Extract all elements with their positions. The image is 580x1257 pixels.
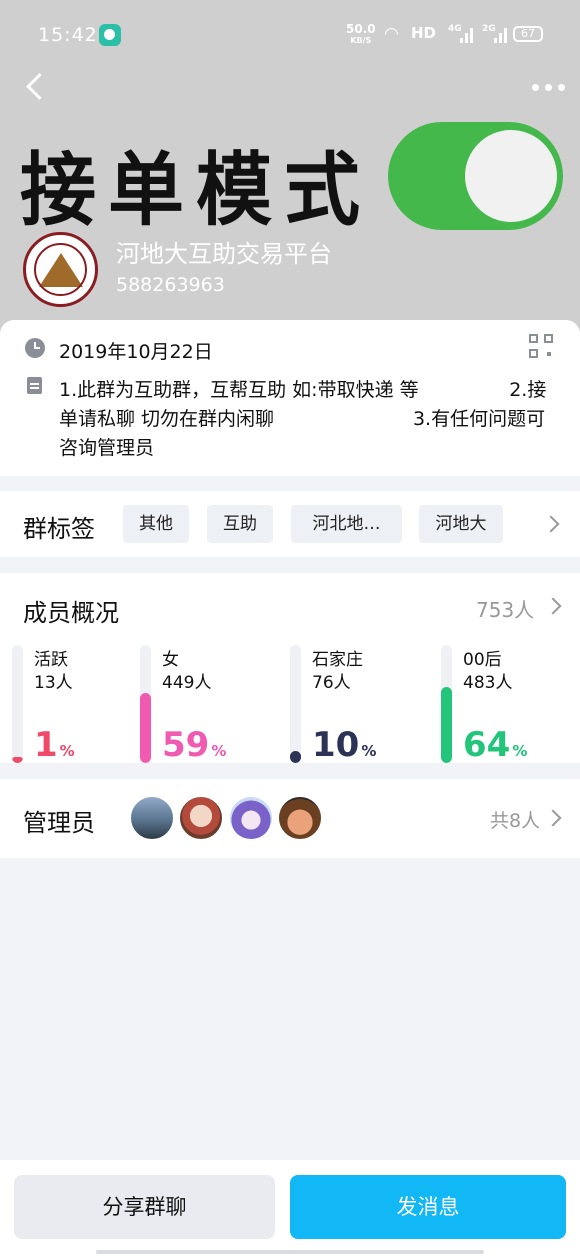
home-indicator[interactable] — [96, 1250, 484, 1254]
chevron-right-icon — [544, 597, 562, 615]
bottom-action-bar: 分享群聊 发消息 — [0, 1160, 580, 1257]
tag-item[interactable]: 互助 — [207, 505, 273, 543]
group-info-card: 2019年10月22日 1.此群为互助群，互帮互助 如:带取快递 等 2.接单请… — [0, 320, 580, 476]
stat-label: 00后 — [463, 650, 502, 670]
more-options-button[interactable] — [530, 80, 570, 96]
admin-avatar[interactable] — [129, 795, 175, 841]
stat-label: 女 — [162, 650, 179, 670]
stat-fill — [12, 757, 23, 763]
group-announcement[interactable]: 1.此群为互助群，互帮互助 如:带取快递 等 2.接单请私聊 切勿在群内闲聊 3… — [59, 376, 559, 463]
stat-percent: 59% — [162, 725, 227, 765]
wifi-icon: ◠ — [384, 24, 399, 44]
stat-percent: 64% — [463, 725, 528, 765]
signal-bars-2-icon — [494, 27, 508, 43]
admins-row[interactable]: 管理员 共8人 — [0, 779, 580, 858]
stat-bar — [140, 645, 151, 763]
group-header: 15:42 50.0 KB/S ◠ HD 4G 2G 67 接单模式 河地大互助… — [0, 0, 580, 340]
back-button[interactable] — [20, 70, 50, 106]
stat-bar — [290, 645, 301, 763]
stat-bar — [441, 645, 452, 763]
group-tags-row[interactable]: 群标签 其他 互助 河北地… 河地大 — [0, 491, 580, 557]
stat-percent: 1% — [34, 725, 75, 765]
tag-item[interactable]: 河北地… — [291, 505, 402, 543]
admin-avatar[interactable] — [228, 795, 274, 841]
banner-toggle-graphic — [388, 122, 563, 230]
stat-count: 76人 — [312, 673, 351, 693]
members-title: 成员概况 — [23, 599, 119, 627]
status-time: 15:42 — [38, 24, 98, 46]
status-bar: 15:42 50.0 KB/S ◠ HD 4G 2G 67 — [0, 0, 580, 70]
share-group-button[interactable]: 分享群聊 — [14, 1175, 275, 1239]
stat-percent: 10% — [312, 725, 377, 765]
stat-age: 00后 483人 64% — [441, 645, 571, 765]
qr-code-icon[interactable] — [529, 334, 553, 358]
banner-text: 接单模式 — [20, 143, 372, 237]
admin-avatar[interactable] — [277, 795, 323, 841]
stat-count: 449人 — [162, 673, 212, 693]
network-speed-value: 50.0 — [346, 22, 376, 36]
stat-count: 13人 — [34, 673, 73, 693]
document-icon — [27, 377, 42, 394]
battery-icon: 67 — [513, 26, 543, 42]
send-message-button[interactable]: 发消息 — [290, 1175, 566, 1239]
tags-title: 群标签 — [23, 515, 95, 543]
stat-female: 女 449人 59% — [140, 645, 280, 765]
stat-active: 活跃 13人 1% — [12, 645, 132, 765]
stat-bar — [12, 645, 23, 763]
chevron-right-icon — [544, 809, 562, 827]
stat-fill — [140, 693, 151, 763]
member-count: 753人 — [476, 598, 535, 622]
stat-label: 石家庄 — [312, 650, 363, 670]
group-name: 河地大互助交易平台 — [116, 240, 332, 268]
created-date: 2019年10月22日 — [59, 341, 213, 363]
tag-item[interactable]: 河地大 — [419, 505, 503, 543]
stat-fill — [441, 687, 452, 763]
stat-fill — [290, 751, 301, 763]
stat-count: 483人 — [463, 673, 513, 693]
network-speed: 50.0 KB/S — [346, 22, 376, 46]
group-id: 588263963 — [116, 274, 225, 296]
signal-bars-1-icon — [460, 27, 474, 43]
group-avatar[interactable] — [23, 232, 98, 307]
tag-item[interactable]: 其他 — [123, 505, 189, 543]
network-speed-unit: KB/S — [350, 36, 372, 45]
admins-title: 管理员 — [23, 809, 95, 837]
stat-city: 石家庄 76人 10% — [290, 645, 430, 765]
chevron-right-icon — [542, 515, 560, 533]
clock-icon — [25, 338, 45, 358]
hd-indicator: HD — [411, 24, 437, 42]
stat-label: 活跃 — [34, 650, 68, 670]
app-notification-icon — [99, 24, 121, 46]
member-overview[interactable]: 成员概况 753人 活跃 13人 1% 女 449人 59% 石家庄 76人 1… — [0, 573, 580, 765]
admin-total: 共8人 — [490, 810, 541, 832]
admin-avatar[interactable] — [178, 795, 224, 841]
